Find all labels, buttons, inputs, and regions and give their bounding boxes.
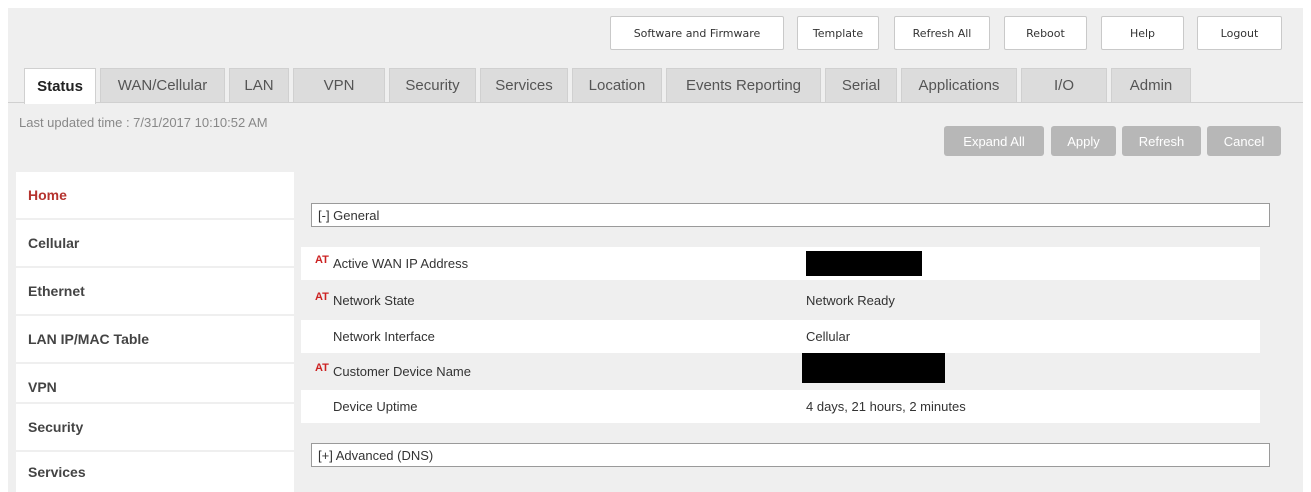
tab-io[interactable]: I/O [1021, 68, 1107, 102]
at-marker: AT [315, 362, 329, 374]
last-updated-text: Last updated time : 7/31/2017 10:10:52 A… [19, 115, 268, 130]
sidebar-item-services[interactable]: Services [16, 452, 294, 492]
table-row: Network Interface Cellular [301, 320, 1260, 353]
at-marker: AT [315, 291, 329, 303]
row-label: Network State [333, 293, 415, 308]
tab-events-reporting[interactable]: Events Reporting [666, 68, 821, 102]
sidebar-item-label: Security [28, 419, 84, 435]
apply-button[interactable]: Apply [1051, 126, 1116, 156]
tab-status[interactable]: Status [24, 68, 96, 104]
sidebar-item-label: Ethernet [28, 283, 85, 299]
table-row: AT Active WAN IP Address [301, 247, 1260, 280]
tab-admin[interactable]: Admin [1111, 68, 1191, 102]
sidebar-item-label: Home [28, 187, 67, 203]
row-value: Network Ready [806, 293, 895, 308]
general-section-header[interactable]: [-] General [311, 203, 1270, 227]
row-value: 4 days, 21 hours, 2 minutes [806, 399, 966, 414]
sidebar-item-label: LAN IP/MAC Table [28, 331, 150, 347]
tab-serial[interactable]: Serial [825, 68, 897, 102]
advanced-dns-section-header[interactable]: [+] Advanced (DNS) [311, 443, 1270, 467]
table-row: Device Uptime 4 days, 21 hours, 2 minute… [301, 390, 1260, 423]
redacted-ip-block [806, 251, 922, 276]
tab-lan[interactable]: LAN [229, 68, 289, 102]
row-label: Active WAN IP Address [333, 256, 469, 271]
sidebar-item-label: Cellular [28, 235, 80, 251]
tab-security[interactable]: Security [389, 68, 476, 102]
tab-applications[interactable]: Applications [901, 68, 1017, 102]
tab-services[interactable]: Services [480, 68, 568, 102]
row-label: Device Uptime [333, 399, 418, 414]
at-marker: AT [315, 254, 329, 266]
sidebar-item-lan-ip-mac-table[interactable]: LAN IP/MAC Table [16, 316, 294, 362]
sidebar-item-ethernet[interactable]: Ethernet [16, 268, 294, 314]
logout-button[interactable]: Logout [1197, 16, 1282, 50]
table-row: AT Customer Device Name [301, 355, 1260, 388]
help-button[interactable]: Help [1101, 16, 1184, 50]
refresh-button[interactable]: Refresh [1122, 126, 1201, 156]
table-row: AT Network State Network Ready [301, 284, 1260, 317]
tab-location[interactable]: Location [572, 68, 662, 102]
reboot-button[interactable]: Reboot [1004, 16, 1087, 50]
software-and-firmware-button[interactable]: Software and Firmware [610, 16, 784, 50]
sidebar-item-label: Services [28, 464, 86, 480]
tab-bar-divider [8, 102, 1303, 103]
refresh-all-button[interactable]: Refresh All [894, 16, 990, 50]
sidebar-item-security[interactable]: Security [16, 404, 294, 450]
sidebar-item-home[interactable]: Home [16, 172, 294, 218]
tab-wan-cellular[interactable]: WAN/Cellular [100, 68, 225, 102]
redacted-device-name-block [802, 353, 945, 383]
row-label: Customer Device Name [333, 364, 471, 379]
template-button[interactable]: Template [797, 16, 879, 50]
row-label: Network Interface [333, 329, 435, 344]
sidebar-item-cellular[interactable]: Cellular [16, 220, 294, 266]
cancel-button[interactable]: Cancel [1207, 126, 1281, 156]
sidebar-item-label: VPN [28, 379, 57, 395]
expand-all-button[interactable]: Expand All [944, 126, 1044, 156]
row-value: Cellular [806, 329, 851, 344]
tab-vpn[interactable]: VPN [293, 68, 385, 102]
